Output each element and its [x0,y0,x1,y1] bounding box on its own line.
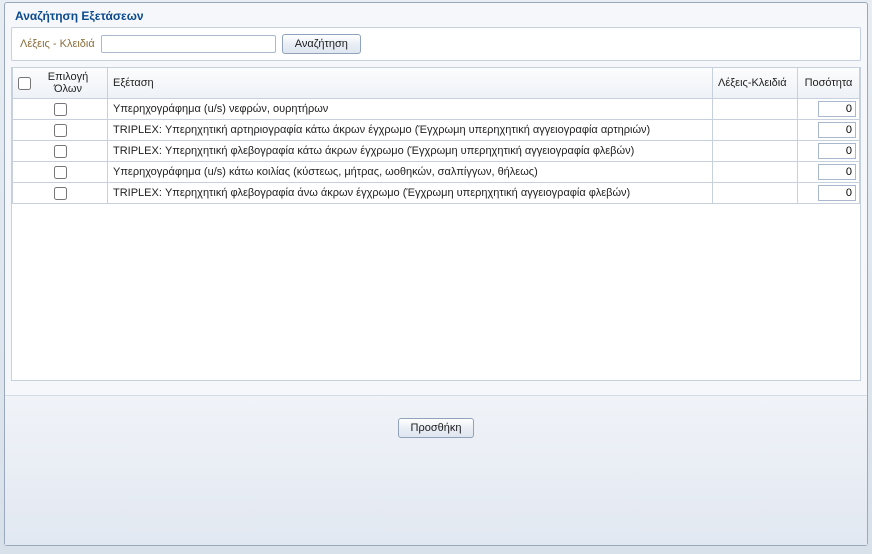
table-row: Υπερηχογράφημα (u/s) κάτω κοιλίας (κύστε… [13,162,860,183]
cell-keywords [713,183,798,204]
qty-input[interactable] [818,164,856,180]
header-select-all-label: Επιλογή Όλων [34,71,102,95]
cell-select [13,120,108,141]
cell-keywords [713,120,798,141]
qty-input[interactable] [818,101,856,117]
cell-select [13,141,108,162]
header-keywords: Λέξεις-Κλειδιά [713,68,798,99]
cell-qty [798,141,860,162]
cell-exam: TRIPLEX: Υπερηχητική αρτηριογραφία κάτω … [108,120,713,141]
cell-qty [798,162,860,183]
table-row: Υπερηχογράφημα (u/s) νεφρών, ουρητήρων [13,99,860,120]
qty-input[interactable] [818,122,856,138]
search-bar: Λέξεις - Κλειδιά Αναζήτηση [11,27,861,61]
cell-exam: Υπερηχογράφημα (u/s) νεφρών, ουρητήρων [108,99,713,120]
cell-exam: TRIPLEX: Υπερηχητική φλεβογραφία άνω άκρ… [108,183,713,204]
select-all-checkbox[interactable] [18,77,31,90]
header-select-all: Επιλογή Όλων [13,68,108,99]
row-checkbox[interactable] [54,166,67,179]
row-checkbox[interactable] [54,187,67,200]
cell-qty [798,183,860,204]
cell-select [13,99,108,120]
header-exam: Εξέταση [108,68,713,99]
search-input[interactable] [101,35,276,53]
cell-select [13,183,108,204]
dialog-title: Αναζήτηση Εξετάσεων [5,3,867,27]
qty-input[interactable] [818,185,856,201]
table-row: TRIPLEX: Υπερηχητική φλεβογραφία κάτω άκ… [13,141,860,162]
qty-input[interactable] [818,143,856,159]
cell-qty [798,120,860,141]
search-label: Λέξεις - Κλειδιά [20,38,95,50]
row-checkbox[interactable] [54,145,67,158]
cell-keywords [713,99,798,120]
cell-keywords [713,141,798,162]
table-row: TRIPLEX: Υπερηχητική αρτηριογραφία κάτω … [13,120,860,141]
table-row: TRIPLEX: Υπερηχητική φλεβογραφία άνω άκρ… [13,183,860,204]
row-checkbox[interactable] [54,103,67,116]
search-exams-dialog: Αναζήτηση Εξετάσεων Λέξεις - Κλειδιά Ανα… [4,2,868,546]
results-grid: Επιλογή Όλων Εξέταση Λέξεις-Κλειδιά Ποσό… [11,67,861,381]
search-button[interactable]: Αναζήτηση [282,34,361,54]
cell-exam: Υπερηχογράφημα (u/s) κάτω κοιλίας (κύστε… [108,162,713,183]
cell-keywords [713,162,798,183]
cell-qty [798,99,860,120]
cell-exam: TRIPLEX: Υπερηχητική φλεβογραφία κάτω άκ… [108,141,713,162]
header-qty: Ποσότητα [798,68,860,99]
row-checkbox[interactable] [54,124,67,137]
cell-select [13,162,108,183]
add-button[interactable]: Προσθήκη [398,418,475,438]
dialog-footer: Προσθήκη [5,395,867,545]
